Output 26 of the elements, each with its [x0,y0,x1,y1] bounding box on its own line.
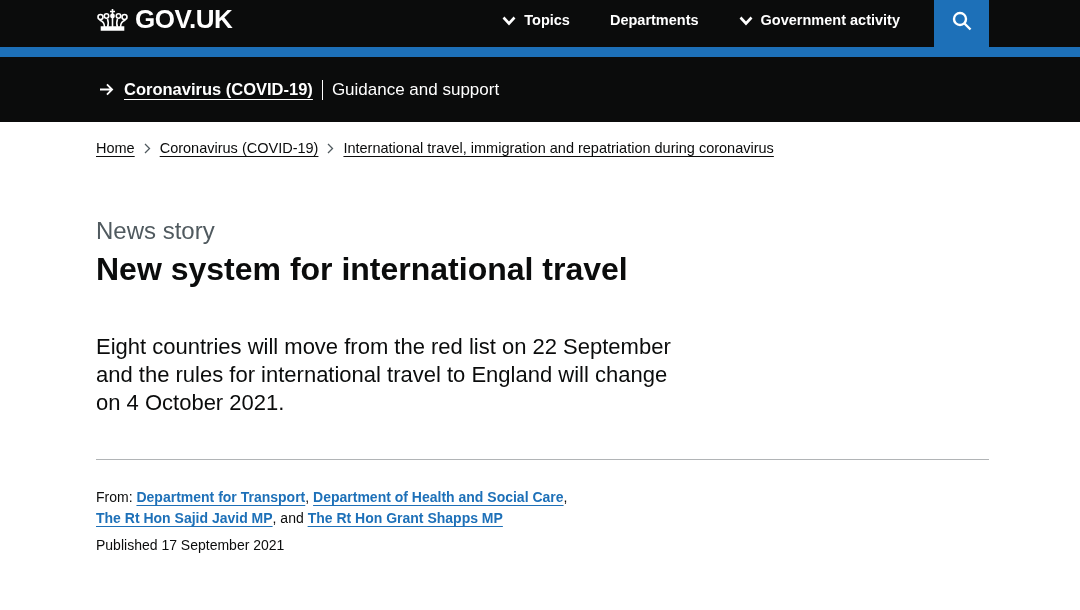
govuk-logo-link[interactable]: GOV.UK [96,0,233,47]
search-button[interactable] [934,0,989,47]
search-icon [951,10,972,31]
organisation-link[interactable]: The Rt Hon Grant Shapps MP [307,509,503,526]
from-organisations: From: Department for Transport, Department of Health and Social Care, The Rt Hon Sajid Javid MP, and The Rt Hon Grant Shapps MP [96,487,569,528]
topic-subtitle: Guidance and support [331,78,500,101]
breadcrumb-link[interactable]: International travel, immigration and repatriation during coronavirus [343,138,774,160]
organisation-link[interactable]: Department of Health and Social Care [313,488,564,505]
arrow-right-icon [99,83,114,96]
topic-link[interactable]: Coronavirus (COVID-19) [124,77,313,102]
nav-menu-button[interactable]: Government activity [738,9,900,32]
logo-text: GOV.UK [135,3,233,36]
chevron-right-icon [327,143,335,155]
chevron-down-icon [502,15,517,26]
breadcrumb-link[interactable]: Coronavirus (COVID-19) [159,138,319,160]
crown-icon [96,7,129,32]
published-date: Published 17 September 2021 [96,535,286,555]
page-title: New system for international travel [96,249,629,288]
chevron-right-icon [143,143,151,155]
nav-menu-button[interactable]: Topics [502,9,570,32]
document-type: News story [96,216,216,245]
lead-paragraph: Eight countries will move from the red list on 22 September and the rules for international travel to England will change on 4 October 2021. [96,332,672,417]
chevron-down-icon [738,15,753,26]
nav-link[interactable]: Departments [609,9,699,32]
breadcrumb-link[interactable]: Home [96,138,135,160]
organisation-link[interactable]: The Rt Hon Sajid Javid MP [96,509,273,526]
